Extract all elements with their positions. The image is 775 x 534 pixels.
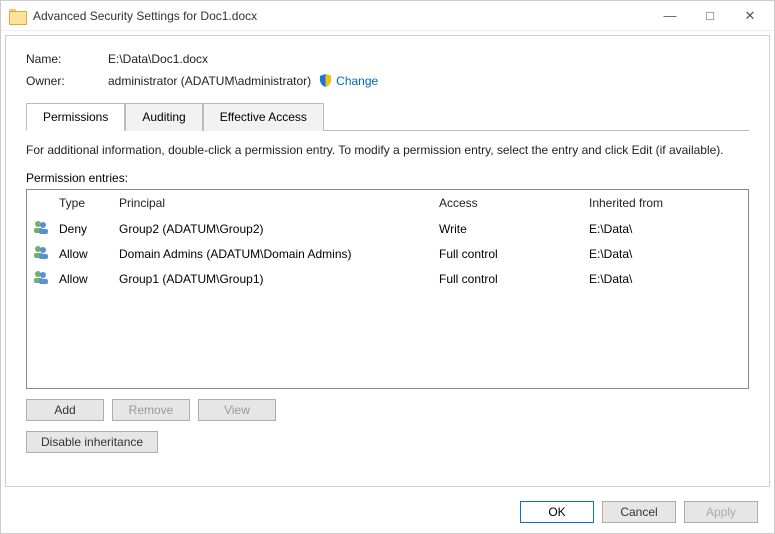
col-type[interactable]: Type [57, 193, 117, 213]
titlebar: Advanced Security Settings for Doc1.docx… [1, 1, 774, 31]
table-row[interactable]: Allow Domain Admins (ADATUM\Domain Admin… [27, 241, 748, 266]
cell-access: Write [437, 221, 587, 237]
cell-type: Allow [57, 246, 117, 262]
maximize-button[interactable]: □ [690, 3, 730, 29]
dialog-footer: OK Cancel Apply [1, 491, 774, 533]
col-icon [31, 200, 57, 206]
content-area: Name: E:\Data\Doc1.docx Owner: administr… [5, 35, 770, 487]
cell-principal: Domain Admins (ADATUM\Domain Admins) [117, 246, 437, 262]
window-title: Advanced Security Settings for Doc1.docx [33, 9, 650, 23]
advanced-security-window: Advanced Security Settings for Doc1.docx… [0, 0, 775, 534]
change-owner-link[interactable]: Change [336, 74, 378, 88]
name-row: Name: E:\Data\Doc1.docx [26, 52, 749, 66]
tab-effective-access[interactable]: Effective Access [203, 103, 324, 131]
cell-inherited: E:\Data\ [587, 221, 744, 237]
disable-inheritance-button[interactable]: Disable inheritance [26, 431, 158, 453]
cancel-button[interactable]: Cancel [602, 501, 676, 523]
cell-type: Deny [57, 221, 117, 237]
name-value: E:\Data\Doc1.docx [108, 52, 208, 66]
name-label: Name: [26, 52, 108, 66]
instructions-text: For additional information, double-click… [26, 143, 749, 157]
col-inherited[interactable]: Inherited from [587, 193, 744, 213]
tab-auditing[interactable]: Auditing [125, 103, 202, 131]
add-button[interactable]: Add [26, 399, 104, 421]
cell-inherited: E:\Data\ [587, 246, 744, 262]
cell-type: Allow [57, 271, 117, 287]
cell-access: Full control [437, 246, 587, 262]
view-button[interactable]: View [198, 399, 276, 421]
minimize-button[interactable]: — [650, 3, 690, 29]
col-principal[interactable]: Principal [117, 193, 437, 213]
apply-button[interactable]: Apply [684, 501, 758, 523]
group-icon [31, 244, 57, 263]
group-icon [31, 269, 57, 288]
owner-row: Owner: administrator (ADATUM\administrat… [26, 74, 749, 88]
table-header: Type Principal Access Inherited from [27, 190, 748, 216]
table-row[interactable]: Deny Group2 (ADATUM\Group2) Write E:\Dat… [27, 216, 748, 241]
window-controls: — □ ✕ [650, 3, 770, 29]
group-icon [31, 219, 57, 238]
folder-icon [9, 9, 25, 23]
tab-permissions[interactable]: Permissions [26, 103, 125, 131]
col-access[interactable]: Access [437, 193, 587, 213]
shield-icon [319, 74, 332, 88]
entry-buttons: Add Remove View [26, 399, 749, 421]
cell-inherited: E:\Data\ [587, 271, 744, 287]
table-row[interactable]: Allow Group1 (ADATUM\Group1) Full contro… [27, 266, 748, 291]
cell-access: Full control [437, 271, 587, 287]
cell-principal: Group1 (ADATUM\Group1) [117, 271, 437, 287]
tab-strip: Permissions Auditing Effective Access [26, 102, 749, 131]
owner-value: administrator (ADATUM\administrator) [108, 74, 311, 88]
ok-button[interactable]: OK [520, 501, 594, 523]
remove-button[interactable]: Remove [112, 399, 190, 421]
owner-label: Owner: [26, 74, 108, 88]
permission-entries-label: Permission entries: [26, 171, 749, 185]
inheritance-row: Disable inheritance [26, 431, 749, 453]
close-button[interactable]: ✕ [730, 3, 770, 29]
permission-entries-table: Type Principal Access Inherited from Den… [26, 189, 749, 389]
cell-principal: Group2 (ADATUM\Group2) [117, 221, 437, 237]
